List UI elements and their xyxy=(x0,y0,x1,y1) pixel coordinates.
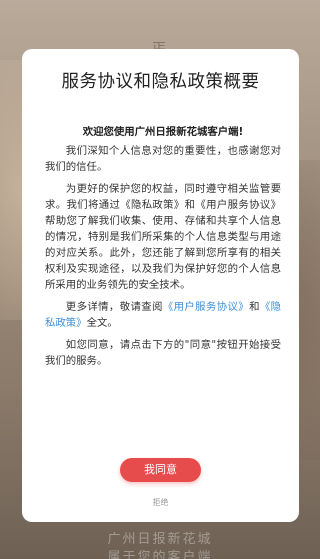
paragraph-trust: 我们深知个人信息对您的重要性，也感谢您对我们的信任。 xyxy=(45,145,281,173)
welcome-heading: 欢迎您使用广州日报新花城客户端! xyxy=(82,126,244,138)
details-suffix: 全文。 xyxy=(86,317,118,329)
dialog-title: 服务协议和隐私政策概要 xyxy=(61,72,260,92)
details-conjunction: 和 xyxy=(249,301,260,313)
paragraph-consent: 如您同意，请点击下方的"同意"按钮开始接受我们的服务。 xyxy=(45,339,281,367)
paragraph-more-details: 更多详情，敬请查阅《用户服务协议》和《隐私政策》全文。 xyxy=(45,299,281,331)
privacy-dialog: 服务协议和隐私政策概要 欢迎您使用广州日报新花城客户端! 我们深知个人信息对您的… xyxy=(22,49,299,522)
details-prefix: 更多详情，敬请查阅 xyxy=(65,301,163,313)
reject-button[interactable]: 拒绝 xyxy=(140,497,181,508)
agree-button[interactable]: 我同意 xyxy=(120,458,201,482)
background-slogan-line1: 广州日报新花城 xyxy=(107,532,213,547)
background-slogan-line2: 属于您的客户端 xyxy=(107,550,213,559)
paragraph-policy-summary: 为更好的保护您的权益，同时遵守相关监管要求。我们将通过《隐私政策》和《用户服务协… xyxy=(45,183,281,291)
dialog-content: 欢迎您使用广州日报新花城客户端! 我们深知个人信息对您的重要性，也感谢您对我们的… xyxy=(45,124,281,375)
user-agreement-link[interactable]: 《用户服务协议》 xyxy=(163,301,249,313)
